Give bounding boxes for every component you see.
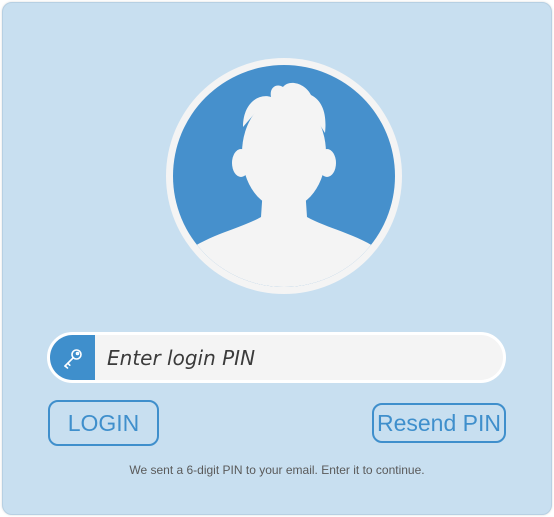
pin-hint-text: We sent a 6-digit PIN to your email. Ent… xyxy=(129,463,425,477)
pin-field xyxy=(47,332,506,383)
resend-pin-button[interactable]: Resend PIN xyxy=(372,403,506,443)
user-avatar-icon xyxy=(165,57,403,295)
key-icon xyxy=(50,335,95,380)
login-button[interactable]: LOGIN xyxy=(48,400,159,446)
pin-input[interactable] xyxy=(95,335,503,380)
